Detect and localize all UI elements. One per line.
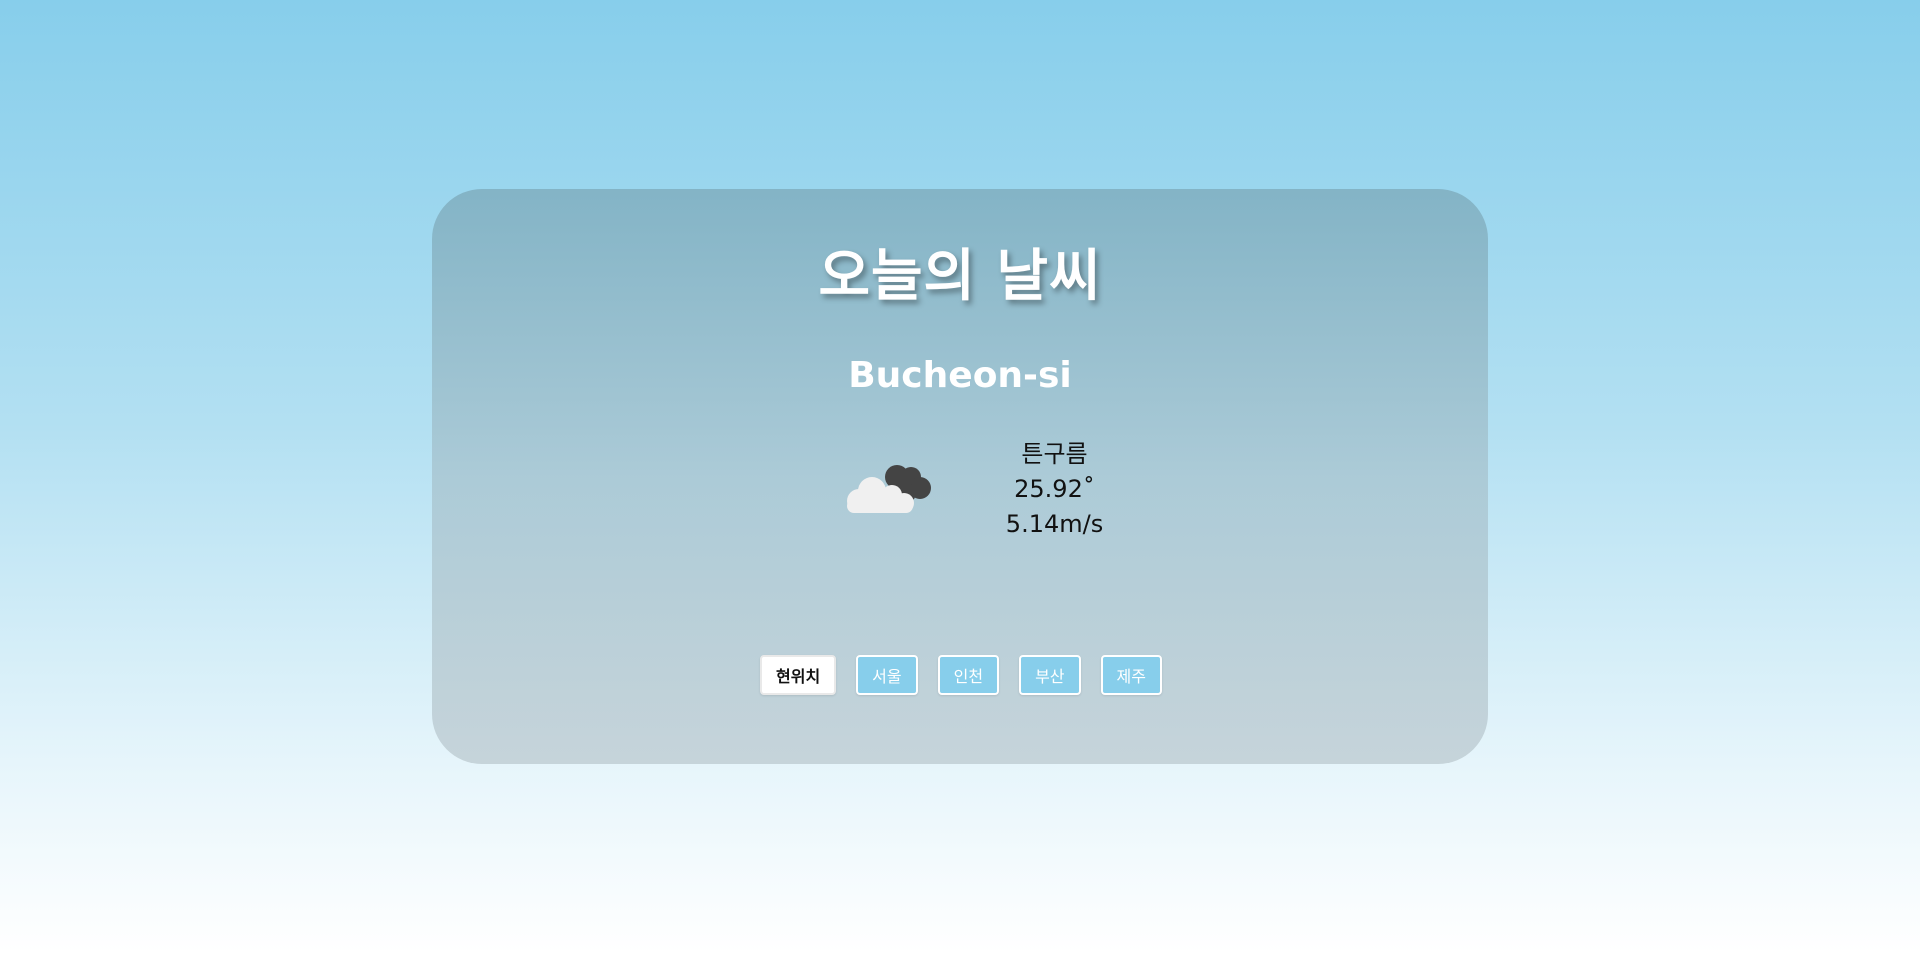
temperature: 25.92˚ (1014, 475, 1095, 503)
weather-card: 오늘의 날씨 Bucheon-si 튼구름 25.92˚ 5.14m/s 현위치… (432, 189, 1488, 764)
weather-description: 튼구름 (1021, 440, 1088, 468)
city-name: Bucheon-si (848, 355, 1072, 396)
weather-info: 튼구름 25.92˚ 5.14m/s (972, 437, 1137, 542)
seoul-button[interactable]: 서울 (856, 655, 918, 695)
jeju-button[interactable]: 제주 (1100, 655, 1162, 695)
broken-clouds-icon (847, 465, 931, 513)
current-location-button[interactable]: 현위치 (760, 655, 837, 695)
city-button-row: 현위치 서울 인천 부산 제주 (432, 655, 1488, 695)
page-title: 오늘의 날씨 (818, 244, 1102, 309)
wind-speed: 5.14m/s (1005, 510, 1104, 538)
busan-button[interactable]: 부산 (1019, 655, 1081, 695)
incheon-button[interactable]: 인천 (937, 655, 1000, 695)
